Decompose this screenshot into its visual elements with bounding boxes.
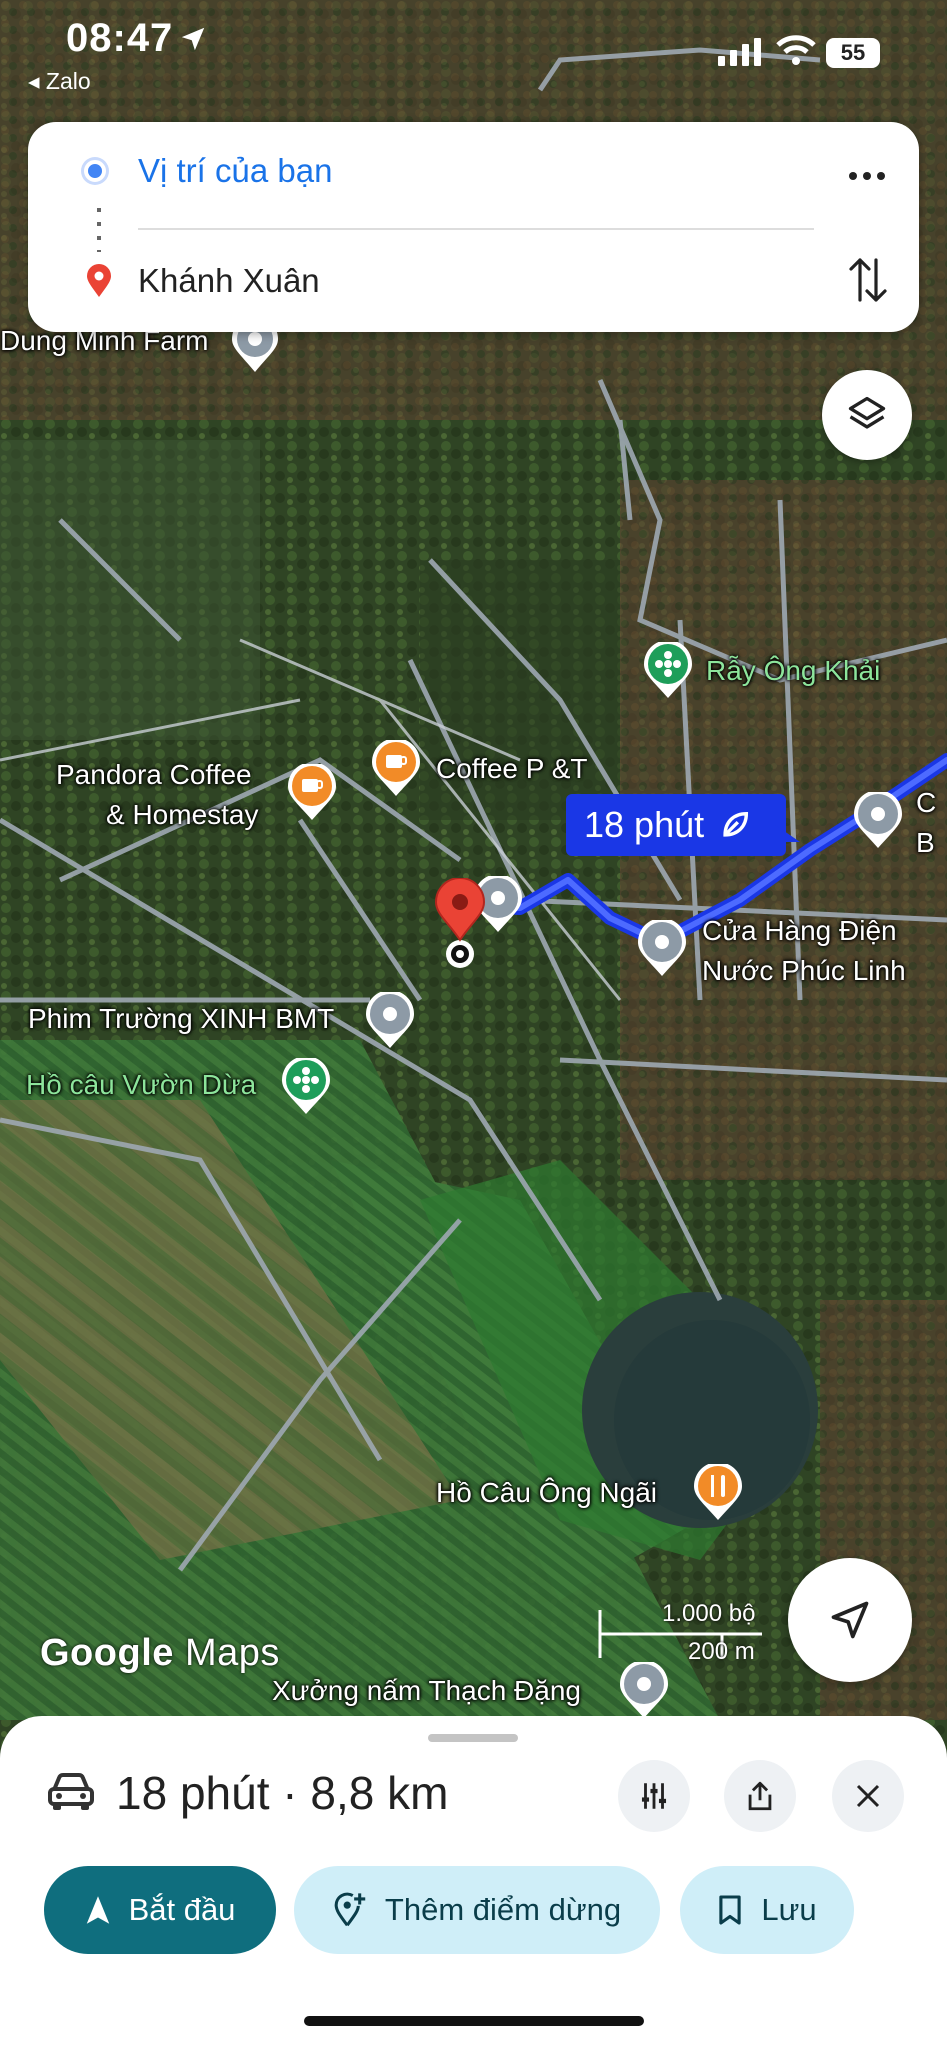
save-label: Lưu [761,1892,817,1927]
poi-partial-label-2: B [916,827,935,858]
route-time-text: 18 phút [584,804,705,845]
start-label: Bắt đầu [128,1892,236,1927]
route-time-bubble[interactable]: 18 phút [566,794,800,856]
poi-pandora-label-1[interactable]: Pandora Coffee [56,758,252,792]
eco-leaf-icon [723,811,749,837]
navigation-start-icon [86,1896,109,1924]
poi-ho-cau-vuon-dua-label[interactable]: Hồ câu Vườn Dừa [26,1068,256,1102]
poi-phim-truong-marker[interactable] [364,990,416,1055]
share-icon [748,1781,772,1811]
battery-indicator: 55 [826,38,880,68]
poi-partial-marker[interactable] [852,790,904,855]
close-icon [856,1784,880,1808]
poi-cua-hang-label-2[interactable]: Nước Phúc Linh [702,954,906,988]
google-maps-logo: Google Maps [40,1632,280,1675]
home-indicator[interactable] [304,2016,644,2026]
poi-partial-label-1: C [916,787,937,818]
destination-pin-small-icon [87,264,111,297]
share-button[interactable] [724,1760,796,1832]
route-summary: 18 phút · 8,8 km [116,1767,449,1819]
car-icon [48,1773,94,1810]
poi-phim-truong-label[interactable]: Phim Trường XINH BMT [28,1002,334,1036]
poi-ray-ong-khai-label[interactable]: Rẫy Ông Khải [706,654,880,688]
swap-directions-icon[interactable] [846,254,890,306]
route-options-button[interactable] [618,1760,690,1832]
more-options-button[interactable] [842,158,892,194]
dot-icon [849,172,857,180]
my-location-button[interactable] [788,1558,912,1682]
route-dots-icon [97,208,101,252]
add-location-icon [334,1892,366,1927]
poi-ho-cau-ong-ngai-label[interactable]: Hồ Câu Ông Ngãi [436,1476,657,1510]
poi-ho-cau-vuon-dua-marker[interactable] [280,1056,332,1121]
poi-cua-hang-label-1[interactable]: Cửa Hàng Điện [702,914,897,948]
screen: Dung Minh Farm Rẫy Ông Khải Pandora Coff… [0,0,947,2048]
layers-icon [848,396,886,429]
close-button[interactable] [832,1760,904,1832]
tune-sliders-icon [641,1783,667,1809]
fields-divider [138,228,814,230]
dot-icon [863,172,871,180]
add-stop-label: Thêm điểm dừng [384,1892,622,1927]
origin-dot-icon [84,160,106,182]
status-bar: 08:47 ◂ Zalo 55 [0,0,947,110]
poi-coffee-pt-label[interactable]: Coffee P &T [436,752,588,786]
location-arrow-icon [181,27,205,51]
poi-ho-cau-ong-ngai-marker[interactable] [692,1462,744,1527]
navigation-arrow-icon [831,1601,869,1639]
wifi-icon [776,35,816,65]
layers-button[interactable] [822,370,912,460]
logo-google-text: Google [40,1632,174,1674]
poi-cua-hang-marker[interactable] [636,918,688,983]
add-stop-button[interactable]: Thêm điểm dừng [294,1866,660,1954]
start-navigation-button[interactable]: Bắt đầu [44,1866,276,1954]
bookmark-icon [719,1895,742,1925]
cellular-signal-icon [718,38,761,66]
destination-field[interactable]: Khánh Xuân [138,262,320,300]
save-button[interactable]: Lưu [680,1866,854,1954]
scale-meters: 200 m [688,1638,755,1665]
poi-coffee-pt-marker[interactable] [370,738,422,803]
origin-field[interactable]: Vị trí của bạn [138,152,332,190]
status-time: 08:47 [66,16,174,60]
scale-bar: 1.000 bộ 200 m [596,1600,766,1670]
back-to-app-link[interactable]: ◂ Zalo [28,68,91,95]
scale-feet: 1.000 bộ [662,1600,756,1627]
poi-xuong-nam-label[interactable]: Xưởng nấm Thạch Đặng [272,1674,581,1708]
dot-icon [877,172,885,180]
poi-pandora-marker[interactable] [286,762,338,827]
poi-pandora-label-2[interactable]: & Homestay [106,798,259,832]
destination-pin-icon[interactable] [432,877,488,983]
logo-maps-text: Maps [184,1632,280,1674]
sheet-drag-handle[interactable] [428,1734,518,1742]
poi-ray-ong-khai-marker[interactable] [642,640,694,705]
